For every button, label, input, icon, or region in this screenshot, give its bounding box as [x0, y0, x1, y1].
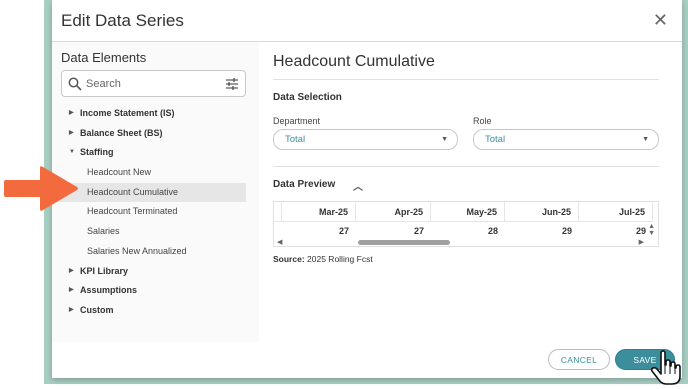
grid-column-header: May-25: [431, 202, 505, 222]
tree-group-label: Staffing: [80, 147, 114, 158]
tree-group-assumptions[interactable]: ▶ Assumptions: [52, 281, 259, 301]
caret-right-icon: ▶: [69, 110, 74, 116]
horizontal-scrollbar[interactable]: ◀ ▶: [274, 238, 658, 246]
tree-item-label: Headcount Terminated: [87, 206, 178, 217]
source-value: 2025 Rolling Fcst: [307, 254, 373, 264]
tree-item-headcount-new[interactable]: Headcount New: [52, 163, 259, 183]
department-select[interactable]: Total ▼: [273, 129, 458, 150]
tree-group-label: Income Statement (IS): [80, 108, 175, 118]
caret-right-icon: ▶: [69, 129, 74, 136]
scroll-down-arrow-icon[interactable]: ▼: [648, 230, 655, 238]
search-icon: [68, 77, 82, 91]
selection-rule: [273, 166, 659, 167]
tree-item-salaries-new-annualized[interactable]: Salaries New Annualized: [52, 242, 259, 262]
data-preview-heading: Data Preview: [273, 179, 336, 190]
data-selection-heading: Data Selection: [273, 92, 342, 103]
source-label: Source:: [273, 254, 305, 264]
role-label: Role: [473, 116, 492, 126]
tree-item-label: Salaries New Annualized: [87, 245, 187, 256]
scroll-right-arrow-icon[interactable]: ▶: [639, 239, 644, 246]
data-elements-title: Data Elements: [61, 50, 147, 65]
grid-column-header: Apr-25: [356, 202, 431, 222]
tree-item-label: Headcount New: [87, 167, 152, 178]
tree-group-staffing[interactable]: ▼ Staffing: [52, 143, 259, 163]
tree-group-label: Custom: [80, 304, 114, 315]
source-line: Source: 2025 Rolling Fcst: [273, 254, 373, 264]
scroll-left-arrow-icon[interactable]: ◀: [277, 239, 282, 246]
highlight-arrow-icon: [4, 166, 78, 211]
grid-column-header: Jun-25: [505, 202, 579, 222]
title-rule: [273, 79, 659, 80]
data-element-tree: ▶ Income Statement (IS) ▶ Balance Sheet …: [52, 104, 259, 321]
data-preview-grid[interactable]: Mar-25 Apr-25 May-25 Jun-25 Jul-25 27 27…: [273, 201, 659, 247]
tree-group-income-statement[interactable]: ▶ Income Statement (IS): [52, 104, 259, 124]
close-icon[interactable]: ✕: [653, 10, 668, 30]
tree-group-label: Assumptions: [80, 285, 138, 296]
tree-item-label: Salaries: [87, 226, 120, 237]
dialog-title: Edit Data Series: [61, 11, 184, 30]
tree-item-headcount-terminated[interactable]: Headcount Terminated: [52, 202, 259, 222]
department-value: Total: [285, 134, 306, 145]
tree-group-custom[interactable]: ▶ Custom: [52, 301, 259, 321]
tree-item-salaries[interactable]: Salaries: [52, 222, 259, 242]
cancel-button[interactable]: CANCEL: [548, 349, 610, 370]
role-select[interactable]: Total ▼: [473, 129, 659, 150]
caret-right-icon: ▶: [69, 306, 74, 313]
caret-down-icon: ▼: [69, 149, 75, 156]
search-box[interactable]: [61, 70, 246, 97]
tree-group-balance-sheet[interactable]: ▶ Balance Sheet (BS): [52, 124, 259, 144]
tree-item-label: Headcount Cumulative: [87, 186, 179, 197]
series-title: Headcount Cumulative: [273, 53, 435, 70]
grid-partial-column: [274, 202, 282, 222]
tree-item-headcount-cumulative[interactable]: Headcount Cumulative: [52, 182, 246, 203]
search-input[interactable]: [86, 74, 216, 94]
tree-group-label: KPI Library: [80, 265, 129, 276]
dropdown-arrow-icon: ▼: [642, 136, 649, 143]
grid-column-header: Jul-25: [579, 202, 653, 222]
dropdown-arrow-icon: ▼: [441, 136, 448, 143]
series-detail-panel: Headcount Cumulative Data Selection Depa…: [259, 42, 682, 342]
edit-data-series-dialog: Edit Data Series ✕ Data Elements ▶ Incom…: [52, 0, 682, 378]
chevron-up-icon: ︿: [353, 182, 363, 193]
scrollbar-thumb[interactable]: [358, 240, 450, 245]
department-label: Department: [273, 116, 321, 126]
caret-right-icon: ▶: [69, 287, 74, 294]
filter-sliders-icon[interactable]: [225, 77, 239, 91]
caret-right-icon: ▶: [69, 267, 74, 274]
tree-group-label: Balance Sheet (BS): [80, 127, 163, 138]
role-value: Total: [485, 134, 506, 145]
tree-group-kpi-library[interactable]: ▶ KPI Library: [52, 262, 259, 282]
data-preview-toggle[interactable]: Data Preview ︿: [273, 179, 363, 193]
hand-pointer-cursor-icon: [650, 350, 681, 385]
grid-column-header: Mar-25: [282, 202, 356, 222]
data-elements-panel: Data Elements ▶ Income Statement (IS): [52, 42, 259, 342]
